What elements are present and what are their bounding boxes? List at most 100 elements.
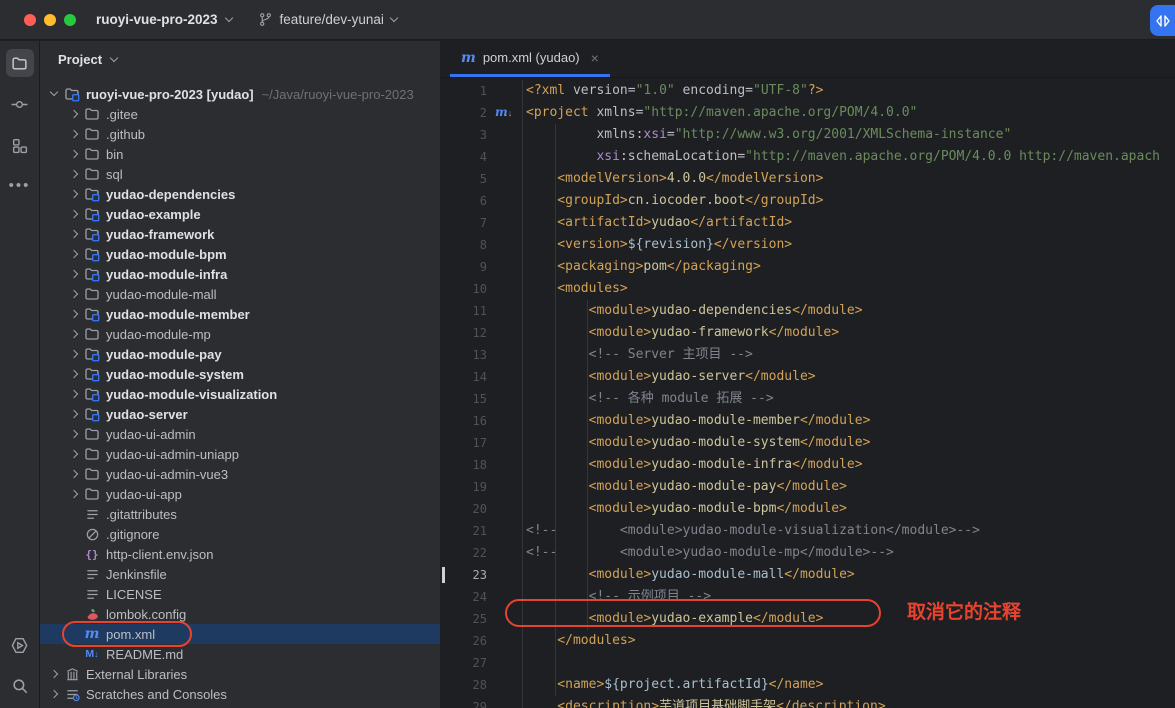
line-number[interactable]: 1 [441,80,487,102]
chevron-right-icon[interactable] [70,270,78,278]
line-number[interactable]: 18 [441,454,487,476]
chevron-right-icon[interactable] [70,450,78,458]
code-area[interactable]: 1<?xml version="1.0" encoding="UTF-8"?>2… [441,78,1175,708]
close-window-button[interactable] [24,14,36,26]
tree-item-yudao-ui-app[interactable]: yudao-ui-app [40,484,440,504]
tree-item-external-libraries[interactable]: External Libraries [40,664,440,684]
line-number[interactable]: 24 [441,586,487,608]
chevron-right-icon[interactable] [70,250,78,258]
tree-item-yudao-module-system[interactable]: yudao-module-system [40,364,440,384]
tree-item-yudao-ui-admin[interactable]: yudao-ui-admin [40,424,440,444]
chevron-right-icon[interactable] [50,690,58,698]
code-line-3[interactable]: 3 xmlns:xsi="http://www.w3.org/2001/XMLS… [441,124,1175,146]
tree-item-yudao-module-bpm[interactable]: yudao-module-bpm [40,244,440,264]
code-line-22[interactable]: 22<!-- <module>yudao-module-mp</module>-… [441,542,1175,564]
code-line-18[interactable]: 18 <module>yudao-module-infra</module> [441,454,1175,476]
tree-item-yudao-module-mp[interactable]: yudao-module-mp [40,324,440,344]
code-line-19[interactable]: 19 <module>yudao-module-pay</module> [441,476,1175,498]
branch-selector[interactable]: feature/dev-yunai [258,12,397,27]
chevron-right-icon[interactable] [70,470,78,478]
line-number[interactable]: 14 [441,366,487,388]
chevron-right-icon[interactable] [70,230,78,238]
maven-import-icon[interactable]: m↓ [495,103,512,122]
project-tool-button[interactable] [6,49,34,77]
tree-item-github[interactable]: .github [40,124,440,144]
search-tool-button[interactable] [6,672,34,700]
line-number[interactable]: 17 [441,432,487,454]
code-line-8[interactable]: 8 <version>${revision}</version> [441,234,1175,256]
line-number[interactable]: 11 [441,300,487,322]
line-number[interactable]: 29 [441,696,487,708]
tree-item-gitattributes[interactable]: .gitattributes [40,504,440,524]
line-number[interactable]: 15 [441,388,487,410]
code-line-28[interactable]: 28 <name>${project.artifactId}</name> [441,674,1175,696]
tree-item-gitignore[interactable]: .gitignore [40,524,440,544]
tree-item-lombok-config[interactable]: lombok.config [40,604,440,624]
close-tab-icon[interactable]: × [591,50,599,66]
code-line-11[interactable]: 11 <module>yudao-dependencies</module> [441,300,1175,322]
tree-item-yudao-ui-admin-uniapp[interactable]: yudao-ui-admin-uniapp [40,444,440,464]
code-line-23[interactable]: 23 <module>yudao-module-mall</module> [441,564,1175,586]
chevron-right-icon[interactable] [70,370,78,378]
more-tool-windows-button[interactable]: ••• [6,172,34,200]
line-number[interactable]: 4 [441,146,487,168]
line-number[interactable]: 10 [441,278,487,300]
line-number[interactable]: 5 [441,168,487,190]
code-line-6[interactable]: 6 <groupId>cn.iocoder.boot</groupId> [441,190,1175,212]
project-selector[interactable]: ruoyi-vue-pro-2023 [96,12,232,27]
code-line-1[interactable]: 1<?xml version="1.0" encoding="UTF-8"?> [441,80,1175,102]
tree-item-yudao-module-mall[interactable]: yudao-module-mall [40,284,440,304]
line-number[interactable]: 9 [441,256,487,278]
tree-item-bin[interactable]: bin [40,144,440,164]
chevron-right-icon[interactable] [70,210,78,218]
line-number[interactable]: 12 [441,322,487,344]
code-line-9[interactable]: 9 <packaging>pom</packaging> [441,256,1175,278]
chevron-right-icon[interactable] [70,130,78,138]
chevron-right-icon[interactable] [50,670,58,678]
chevron-right-icon[interactable] [70,310,78,318]
line-number[interactable]: 16 [441,410,487,432]
code-line-27[interactable]: 27 [441,652,1175,674]
tree-item-http-client-env-json[interactable]: {}http-client.env.json [40,544,440,564]
code-line-24[interactable]: 24 <!-- 示例项目 --> [441,586,1175,608]
chevron-right-icon[interactable] [70,170,78,178]
minimize-window-button[interactable] [44,14,56,26]
line-number[interactable]: 7 [441,212,487,234]
tree-item-scratches-and-consoles[interactable]: Scratches and Consoles [40,684,440,704]
line-number[interactable]: 6 [441,190,487,212]
line-number[interactable]: 28 [441,674,487,696]
chevron-down-icon[interactable] [50,88,58,96]
tree-item-yudao-example[interactable]: yudao-example [40,204,440,224]
code-line-17[interactable]: 17 <module>yudao-module-system</module> [441,432,1175,454]
overlay-handle-button[interactable] [1150,5,1175,36]
code-line-26[interactable]: 26 </modules> [441,630,1175,652]
code-line-12[interactable]: 12 <module>yudao-framework</module> [441,322,1175,344]
tree-item-yudao-ui-admin-vue3[interactable]: yudao-ui-admin-vue3 [40,464,440,484]
code-line-5[interactable]: 5 <modelVersion>4.0.0</modelVersion> [441,168,1175,190]
code-line-4[interactable]: 4 xsi:schemaLocation="http://maven.apach… [441,146,1175,168]
line-number[interactable]: 19 [441,476,487,498]
structure-tool-button[interactable] [6,131,34,159]
line-number[interactable]: 21 [441,520,487,542]
tree-item-readme-md[interactable]: M↓README.md [40,644,440,664]
zoom-window-button[interactable] [64,14,76,26]
tree-item-yudao-server[interactable]: yudao-server [40,404,440,424]
chevron-right-icon[interactable] [70,150,78,158]
code-line-20[interactable]: 20 <module>yudao-module-bpm</module> [441,498,1175,520]
tree-item-yudao-dependencies[interactable]: yudao-dependencies [40,184,440,204]
chevron-right-icon[interactable] [70,430,78,438]
services-tool-button[interactable] [6,631,34,659]
chevron-right-icon[interactable] [70,330,78,338]
code-line-25[interactable]: 25 <module>yudao-example</module> [441,608,1175,630]
tree-item-license[interactable]: LICENSE [40,584,440,604]
chevron-right-icon[interactable] [70,290,78,298]
line-number[interactable]: 26 [441,630,487,652]
project-panel-header[interactable]: Project [40,41,440,78]
chevron-right-icon[interactable] [70,390,78,398]
code-line-29[interactable]: 29 <description>芋道项目基础脚手架</description> [441,696,1175,708]
line-number[interactable]: 13 [441,344,487,366]
line-number[interactable]: 23 [441,564,487,586]
line-number[interactable]: 3 [441,124,487,146]
code-line-2[interactable]: 2m↓<project xmlns="http://maven.apache.o… [441,102,1175,124]
tree-item-yudao-module-visualization[interactable]: yudao-module-visualization [40,384,440,404]
